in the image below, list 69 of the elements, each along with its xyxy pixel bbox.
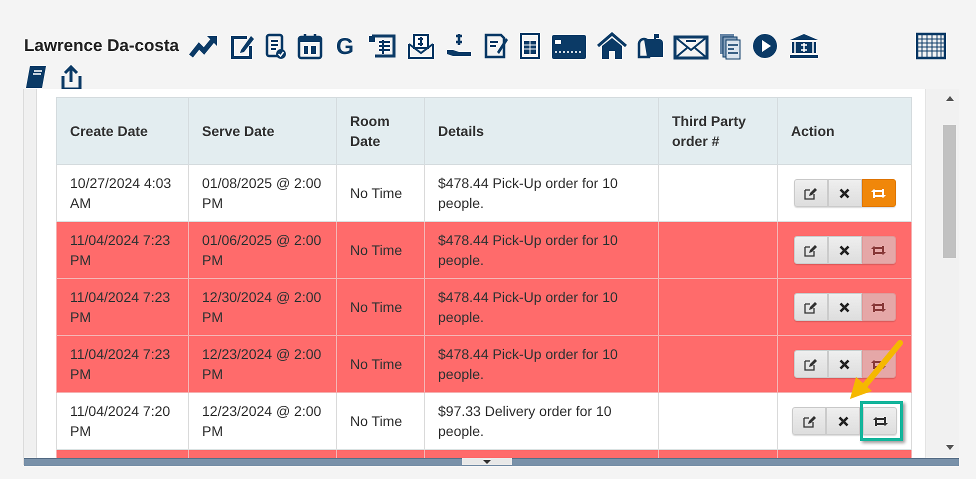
close-icon — [839, 358, 850, 370]
delete-button[interactable] — [828, 350, 862, 378]
table-cell: 01/08/2025 @ 2:00 PM — [188, 164, 336, 222]
mailbox-icon[interactable] — [636, 32, 663, 60]
edit-button[interactable] — [794, 236, 828, 264]
table-cell: 11/04/2024 7:23 PM — [56, 222, 188, 278]
table-cell: No Time — [336, 336, 424, 392]
edit-icon — [804, 300, 817, 314]
table-cell: No Time — [336, 278, 424, 336]
checklist-icon[interactable] — [264, 32, 287, 60]
close-icon — [839, 302, 850, 312]
letter-logo[interactable]: G — [332, 32, 357, 60]
column-header: Room Date — [336, 98, 424, 164]
table-grid-icon[interactable] — [916, 32, 946, 60]
table-cell: 12/23/2024 @ 2:00 PM — [188, 336, 336, 392]
column-header: Serve Date — [188, 98, 336, 164]
column-header: Details — [424, 98, 658, 164]
edit-icon — [804, 358, 817, 370]
repeat-icon — [872, 416, 888, 426]
edit-icon — [804, 186, 817, 200]
column-header: Create Date — [56, 98, 188, 164]
book-icon[interactable] — [24, 64, 48, 92]
delete-button[interactable] — [828, 179, 862, 207]
table-cell: $478.44 Pick-Up order for 10 people. — [424, 164, 658, 222]
table-cell: $478.44 Pick-Up order for 10 people. — [424, 336, 658, 392]
edit-button[interactable] — [794, 350, 828, 378]
documents-stack-icon[interactable] — [718, 32, 741, 60]
resize-bar[interactable] — [24, 458, 959, 466]
edit-button[interactable] — [794, 293, 828, 321]
edit-button[interactable] — [794, 179, 828, 207]
repeat-icon — [871, 244, 886, 256]
table-cell: No Time — [336, 164, 424, 222]
close-icon — [839, 188, 850, 198]
column-header: Action — [778, 98, 912, 164]
table-cell: 11/04/2024 7:23 PM — [56, 336, 188, 392]
repeat-button[interactable] — [863, 407, 897, 435]
table-cell: 10/27/2024 4:03 AM — [56, 164, 188, 222]
delete-button[interactable] — [828, 236, 862, 264]
table-cell: 12/30/2024 @ 2:00 PM — [188, 278, 336, 336]
close-icon — [839, 244, 850, 256]
table-cell: No Time — [336, 392, 424, 450]
table-cell: No Time — [336, 222, 424, 278]
table-cell: 11/04/2024 7:23 PM — [56, 278, 188, 336]
repeat-icon — [871, 358, 886, 370]
delete-button[interactable] — [826, 407, 860, 435]
customer-name: Lawrence Da-costa — [24, 36, 179, 56]
repeat-icon — [871, 188, 886, 198]
table-cell: $478.44 Pick-Up order for 10 people. — [424, 222, 658, 278]
table-cell: 11/04/2024 7:20 PM — [56, 392, 188, 450]
bank-icon[interactable] — [788, 32, 819, 60]
signed-document-icon[interactable] — [482, 32, 509, 60]
edit-icon — [804, 244, 817, 256]
edit-button[interactable] — [792, 407, 826, 435]
table-cell: $97.33 Delivery order for 10 people. — [424, 392, 658, 450]
table-cell: 01/06/2025 @ 2:00 PM — [188, 222, 336, 278]
delete-button[interactable] — [828, 293, 862, 321]
close-icon — [838, 416, 848, 426]
calendar-icon[interactable] — [296, 32, 323, 60]
repeat-icon — [871, 302, 886, 312]
table-cell: 12/23/2024 @ 2:00 PM — [188, 392, 336, 450]
column-header: Third Party order # — [658, 98, 778, 164]
envelope-dollar-icon[interactable] — [406, 32, 435, 60]
edit-icon — [802, 414, 816, 428]
spreadsheet-document-icon[interactable] — [518, 32, 541, 60]
house-icon[interactable] — [596, 32, 627, 60]
table-cell: $478.44 Pick-Up order for 10 people. — [424, 278, 658, 336]
play-icon[interactable] — [750, 32, 779, 60]
ledger-icon[interactable] — [366, 32, 397, 60]
credit-card-icon[interactable] — [550, 32, 587, 60]
